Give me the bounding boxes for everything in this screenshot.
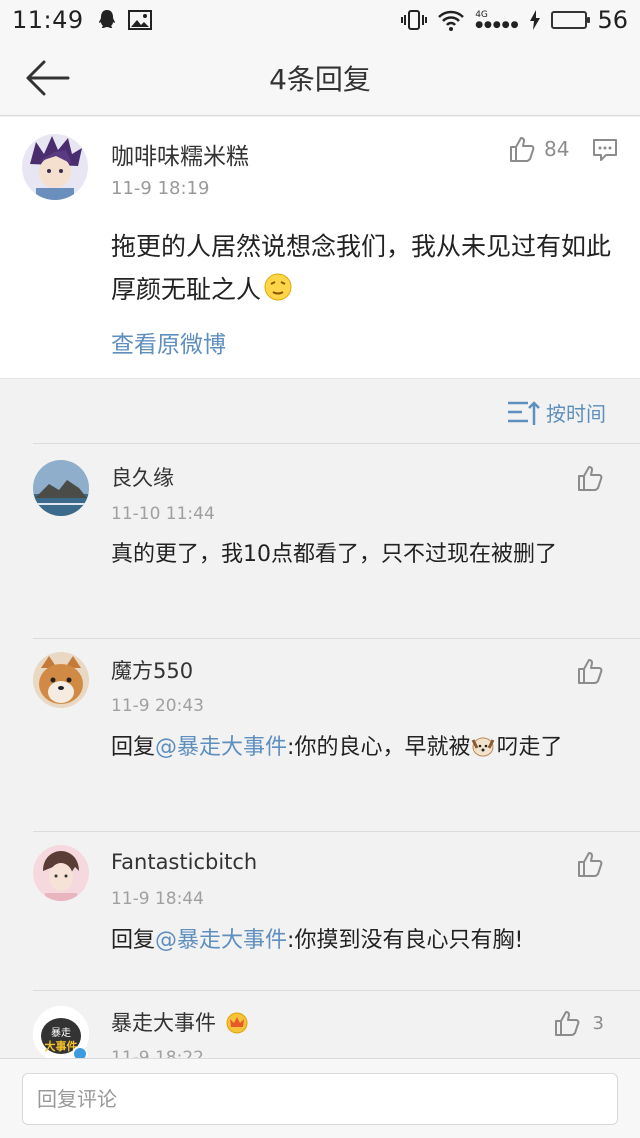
thumbs-up-icon bbox=[578, 659, 603, 684]
reply-text: 真的更了，我10点都看了，只不过现在被删了 bbox=[111, 542, 557, 567]
back-arrow-icon bbox=[26, 60, 70, 96]
signal-icon: 4G ●●●●● bbox=[475, 10, 520, 30]
reply-time: 11-10 11:44 bbox=[111, 504, 215, 524]
reply-time: 11-9 20:43 bbox=[111, 696, 204, 716]
avatar[interactable] bbox=[33, 460, 89, 516]
reply-text: 回复@暴走大事件:你摸到没有良心只有胸! bbox=[111, 928, 524, 953]
reply-author[interactable]: 魔方550 bbox=[111, 655, 193, 685]
charging-icon bbox=[530, 10, 541, 30]
page-title: 4条回复 bbox=[269, 62, 371, 96]
mention-link[interactable]: @暴走大事件 bbox=[155, 735, 287, 760]
reply-author[interactable]: Fantasticbitch bbox=[111, 850, 257, 874]
original-comment: 咖啡味糯米糕 11-9 18:19 84 拖更的人居然说想念我们，我从未见过有如… bbox=[0, 117, 640, 379]
avatar[interactable] bbox=[22, 134, 88, 200]
reply-item: 魔方550 11-9 20:43 回复@暴走大事件:你的良心，早就被 叼走了 bbox=[0, 639, 640, 831]
comment-text: 拖更的人居然说想念我们，我从未见过有如此厚颜无耻之人 bbox=[111, 225, 611, 315]
reply-item: Fantasticbitch 11-9 18:44 回复@暴走大事件:你摸到没有… bbox=[0, 832, 640, 990]
wifi-icon bbox=[438, 10, 465, 31]
status-bar: 11:49 4G ●●●●● 56 bbox=[0, 0, 640, 40]
dog-emoji-icon bbox=[470, 734, 496, 769]
anime-avatar-image bbox=[22, 134, 88, 200]
reply-time: 11-9 18:44 bbox=[111, 889, 204, 909]
battery-icon bbox=[551, 11, 591, 29]
title-bar: 4条回复 bbox=[0, 40, 640, 116]
reply-time: 11-9 18:22 bbox=[111, 1048, 204, 1058]
image-icon bbox=[127, 10, 152, 30]
back-button[interactable] bbox=[22, 56, 72, 100]
comment-button[interactable] bbox=[592, 137, 618, 167]
svg-text:暴走: 暴走 bbox=[51, 1027, 71, 1039]
shiba-dog-avatar-image bbox=[33, 652, 89, 708]
thumbs-up-icon bbox=[578, 466, 603, 491]
sort-by-time-button[interactable]: 按时间 bbox=[506, 398, 606, 427]
sort-row: 按时间 bbox=[0, 380, 640, 442]
reply-item: 暴走 大事件 暴走大事件 11-9 18:22 3 bbox=[0, 991, 640, 1058]
reply-item: 良久缘 11-10 11:44 真的更了，我10点都看了，只不过现在被删了 bbox=[0, 444, 640, 638]
avatar[interactable] bbox=[33, 845, 89, 901]
like-button[interactable] bbox=[576, 850, 604, 878]
dizzy-emoji-icon bbox=[263, 272, 293, 315]
reply-author[interactable]: 暴走大事件 bbox=[111, 1007, 250, 1037]
like-button[interactable] bbox=[576, 464, 604, 492]
like-button[interactable]: 84 bbox=[508, 135, 569, 163]
thumbs-up-icon bbox=[554, 1011, 579, 1036]
vibrate-icon bbox=[401, 10, 428, 30]
reply-text: 回复@暴走大事件:你的良心，早就被 叼走了 bbox=[111, 731, 611, 769]
battery-level: 56 bbox=[597, 6, 628, 34]
comment-author[interactable]: 咖啡味糯米糕 bbox=[111, 137, 249, 171]
comment-time: 11-9 18:19 bbox=[111, 178, 210, 199]
sort-label: 按时间 bbox=[546, 402, 606, 426]
like-count: 84 bbox=[544, 137, 570, 161]
like-count: 3 bbox=[592, 1012, 604, 1034]
sort-icon bbox=[508, 400, 540, 425]
qq-icon bbox=[98, 10, 115, 28]
like-button[interactable] bbox=[576, 657, 604, 685]
mention-link[interactable]: @暴走大事件 bbox=[155, 928, 287, 953]
reply-comment-input[interactable] bbox=[22, 1073, 618, 1125]
comment-bubble-icon bbox=[593, 139, 617, 161]
like-button[interactable]: 3 bbox=[553, 1009, 604, 1037]
member-crown-icon bbox=[226, 1012, 248, 1034]
rock-landscape-avatar-image bbox=[33, 460, 89, 516]
view-original-weibo-link[interactable]: 查看原微博 bbox=[111, 325, 226, 359]
status-time: 11:49 bbox=[12, 6, 84, 34]
verified-badge-icon bbox=[72, 1046, 88, 1058]
avatar[interactable] bbox=[33, 652, 89, 708]
reply-input-bar bbox=[0, 1058, 640, 1138]
thumbs-up-icon bbox=[510, 137, 535, 162]
thumbs-up-icon bbox=[578, 852, 603, 877]
reply-author[interactable]: 良久缘 bbox=[111, 462, 174, 492]
portrait-avatar-image bbox=[33, 845, 89, 901]
